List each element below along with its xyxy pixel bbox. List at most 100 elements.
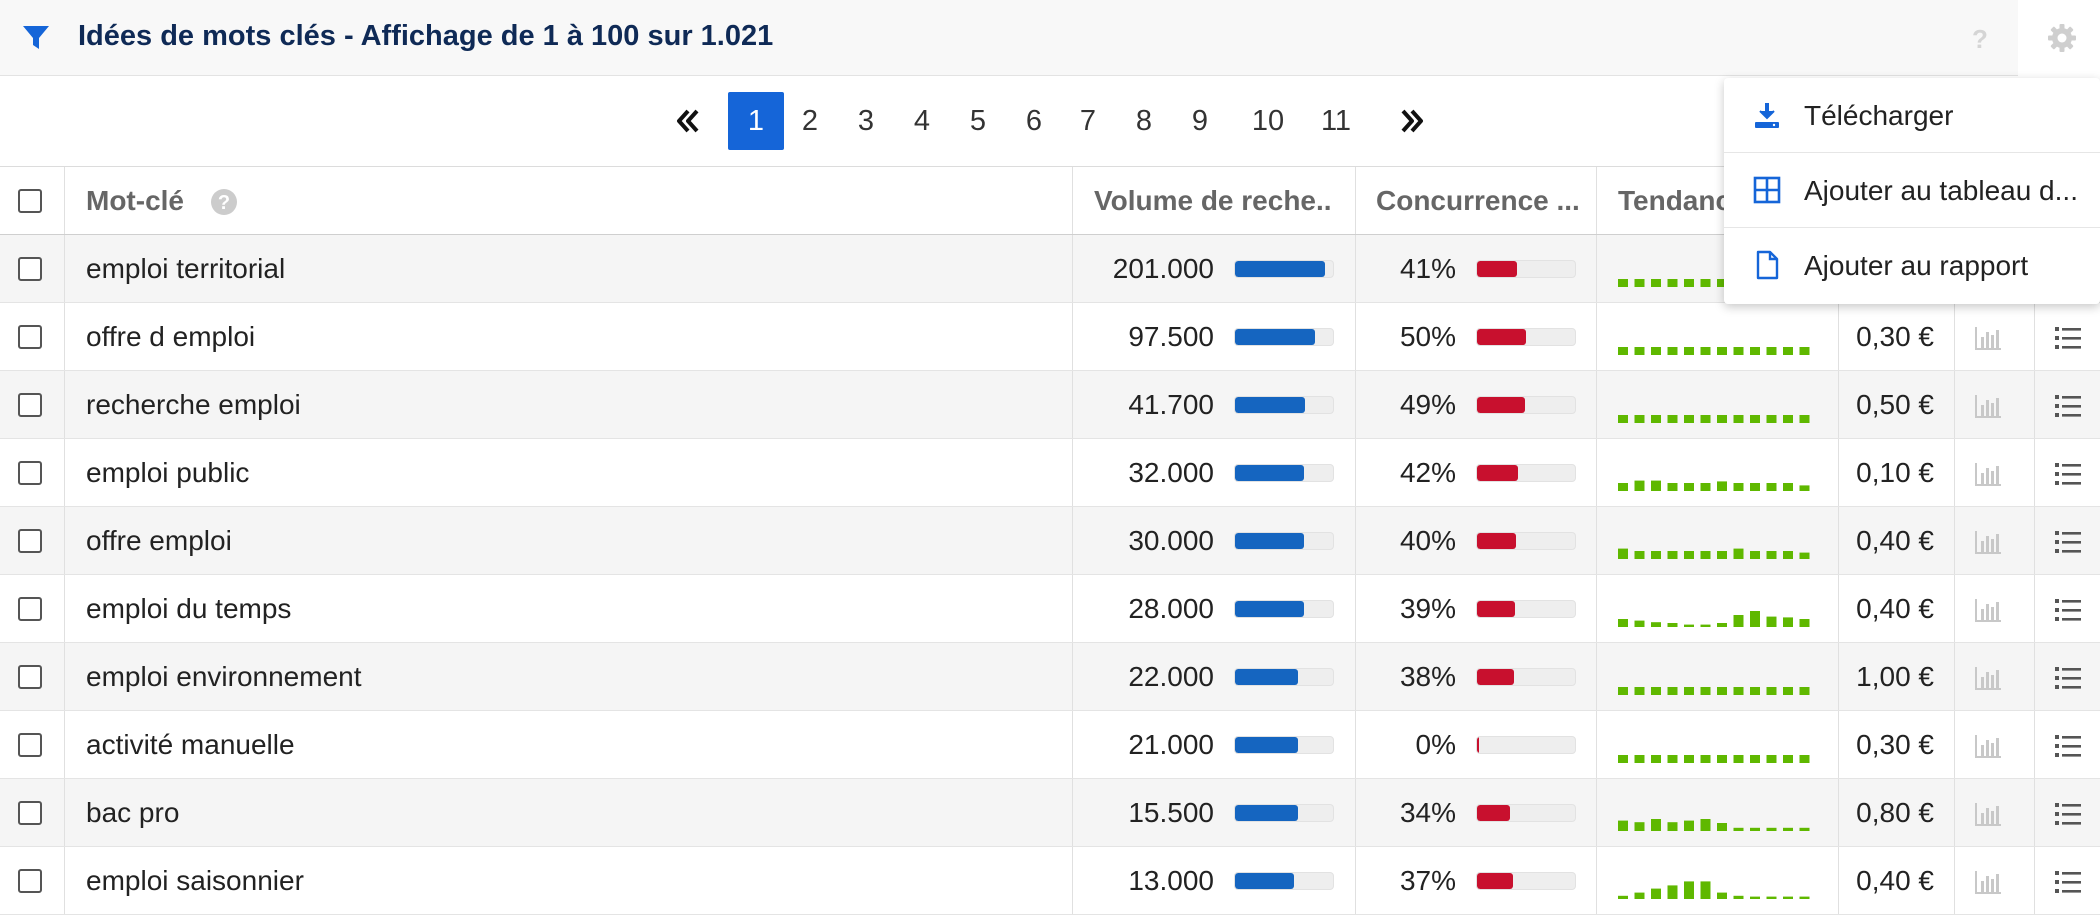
bar-chart-icon[interactable]: [1974, 801, 2002, 827]
select-all-checkbox[interactable]: [18, 189, 42, 213]
bar-chart-icon[interactable]: [1974, 529, 2002, 555]
keyword-cell[interactable]: bac pro: [86, 779, 179, 847]
page-7-button[interactable]: 7: [1066, 92, 1110, 150]
row-checkbox[interactable]: [18, 665, 42, 689]
list-icon[interactable]: [2054, 869, 2082, 895]
keyword-cell[interactable]: emploi public: [86, 439, 249, 507]
trend-bar: [1700, 483, 1711, 491]
trend-bar: [1733, 415, 1744, 423]
row-checkbox[interactable]: [18, 325, 42, 349]
add-to-dashboard-menu-item[interactable]: Ajouter au tableau d...: [1724, 153, 2100, 228]
bar-chart-icon[interactable]: [1974, 597, 2002, 623]
row-checkbox[interactable]: [18, 733, 42, 757]
filter-icon[interactable]: [20, 22, 52, 54]
trend-bar: [1618, 548, 1628, 559]
row-checkbox[interactable]: [18, 461, 42, 485]
page-6-button[interactable]: 6: [1012, 92, 1056, 150]
add-to-report-menu-item[interactable]: Ajouter au rapport: [1724, 228, 2100, 303]
page-8-button[interactable]: 8: [1122, 92, 1166, 150]
trend-bar: [1634, 892, 1645, 899]
competition-bar: [1476, 736, 1576, 754]
trend-bar: [1634, 551, 1645, 559]
page-3-button[interactable]: 3: [844, 92, 888, 150]
column-header-keyword[interactable]: Mot-clé: [86, 167, 184, 235]
table-row[interactable]: offre d emploi 97.500 50% 0,30 €: [0, 303, 2100, 371]
table-row[interactable]: bac pro 15.500 34% 0,80 €: [0, 779, 2100, 847]
cpc-value: 0,80 €: [1856, 797, 1934, 828]
trend-bar: [1750, 611, 1760, 627]
trend-sparkline: [1618, 755, 1810, 763]
keyword-cell[interactable]: recherche emploi: [86, 371, 301, 439]
trend-bar: [1667, 551, 1678, 559]
row-checkbox[interactable]: [18, 801, 42, 825]
page-2-button[interactable]: 2: [788, 92, 832, 150]
competition-bar: [1476, 600, 1576, 618]
page-11-button[interactable]: 11: [1308, 92, 1364, 150]
list-icon[interactable]: [2054, 325, 2082, 351]
list-icon[interactable]: [2054, 529, 2082, 555]
help-circle-icon[interactable]: ?: [210, 188, 238, 216]
keyword-cell[interactable]: emploi du temps: [86, 575, 291, 643]
table-row[interactable]: recherche emploi 41.700 49% 0,50 €: [0, 371, 2100, 439]
competition-bar: [1476, 804, 1576, 822]
list-icon[interactable]: [2054, 665, 2082, 691]
column-header-volume[interactable]: Volume de reche...: [1094, 167, 1330, 235]
list-icon[interactable]: [2054, 597, 2082, 623]
search-volume-bar: [1234, 804, 1334, 822]
trend-bar: [1651, 819, 1661, 831]
list-icon[interactable]: [2054, 393, 2082, 419]
table-row[interactable]: emploi public 32.000 42% 0,10 €: [0, 439, 2100, 507]
bar-chart-icon[interactable]: [1974, 461, 2002, 487]
row-checkbox[interactable]: [18, 393, 42, 417]
help-icon[interactable]: ?: [1966, 24, 1994, 52]
competition-bar: [1476, 396, 1576, 414]
list-icon[interactable]: [2054, 461, 2082, 487]
page-1-button[interactable]: 1: [728, 92, 784, 150]
table-row[interactable]: emploi environnement 22.000 38% 1,00 €: [0, 643, 2100, 711]
trend-sparkline: [1618, 881, 1810, 899]
table-row[interactable]: emploi du temps 28.000 39% 0,40 €: [0, 575, 2100, 643]
table-row[interactable]: activité manuelle 21.000 0% 0,30 €: [0, 711, 2100, 779]
cpc-value: 0,50 €: [1856, 389, 1934, 420]
list-icon[interactable]: [2054, 801, 2082, 827]
bar-chart-icon[interactable]: [1974, 665, 2002, 691]
trend-bar: [1618, 483, 1628, 491]
trend-bar: [1717, 347, 1727, 355]
row-checkbox[interactable]: [18, 529, 42, 553]
download-menu-item[interactable]: Télécharger: [1724, 78, 2100, 153]
trend-bar: [1651, 347, 1661, 355]
table-row[interactable]: offre emploi 30.000 40% 0,40 €: [0, 507, 2100, 575]
bar-chart-icon[interactable]: [1974, 733, 2002, 759]
list-icon[interactable]: [2054, 733, 2082, 759]
trend-bar: [1733, 347, 1744, 355]
gear-icon[interactable]: [2046, 22, 2078, 54]
keyword-cell[interactable]: emploi saisonnier: [86, 847, 304, 915]
last-page-icon[interactable]: [1396, 105, 1428, 137]
trend-bar: [1634, 347, 1645, 355]
trend-bar: [1717, 415, 1727, 423]
menu-item-label: Ajouter au rapport: [1804, 250, 2029, 281]
bar-chart-icon[interactable]: [1974, 393, 2002, 419]
trend-bar: [1717, 551, 1727, 559]
keyword-cell[interactable]: emploi environnement: [86, 643, 362, 711]
trend-bar: [1651, 755, 1661, 763]
row-checkbox[interactable]: [18, 257, 42, 281]
page-4-button[interactable]: 4: [900, 92, 944, 150]
row-checkbox[interactable]: [18, 869, 42, 893]
keyword-cell[interactable]: activité manuelle: [86, 711, 295, 779]
keyword-cell[interactable]: emploi territorial: [86, 235, 285, 303]
column-header-competition[interactable]: Concurrence ...: [1376, 167, 1598, 235]
row-checkbox[interactable]: [18, 597, 42, 621]
keyword-cell[interactable]: offre d emploi: [86, 303, 255, 371]
bar-chart-icon[interactable]: [1974, 325, 2002, 351]
page-9-button[interactable]: 9: [1178, 92, 1222, 150]
first-page-icon[interactable]: [672, 105, 704, 137]
column-header-trend[interactable]: Tendance: [1618, 167, 1738, 235]
table-row[interactable]: emploi saisonnier 13.000 37% 0,40 €: [0, 847, 2100, 915]
page-5-button[interactable]: 5: [956, 92, 1000, 150]
keyword-cell[interactable]: offre emploi: [86, 507, 232, 575]
trend-bar: [1733, 895, 1744, 899]
bar-chart-icon[interactable]: [1974, 869, 2002, 895]
page-10-button[interactable]: 10: [1240, 92, 1296, 150]
competition-bar: [1476, 668, 1576, 686]
